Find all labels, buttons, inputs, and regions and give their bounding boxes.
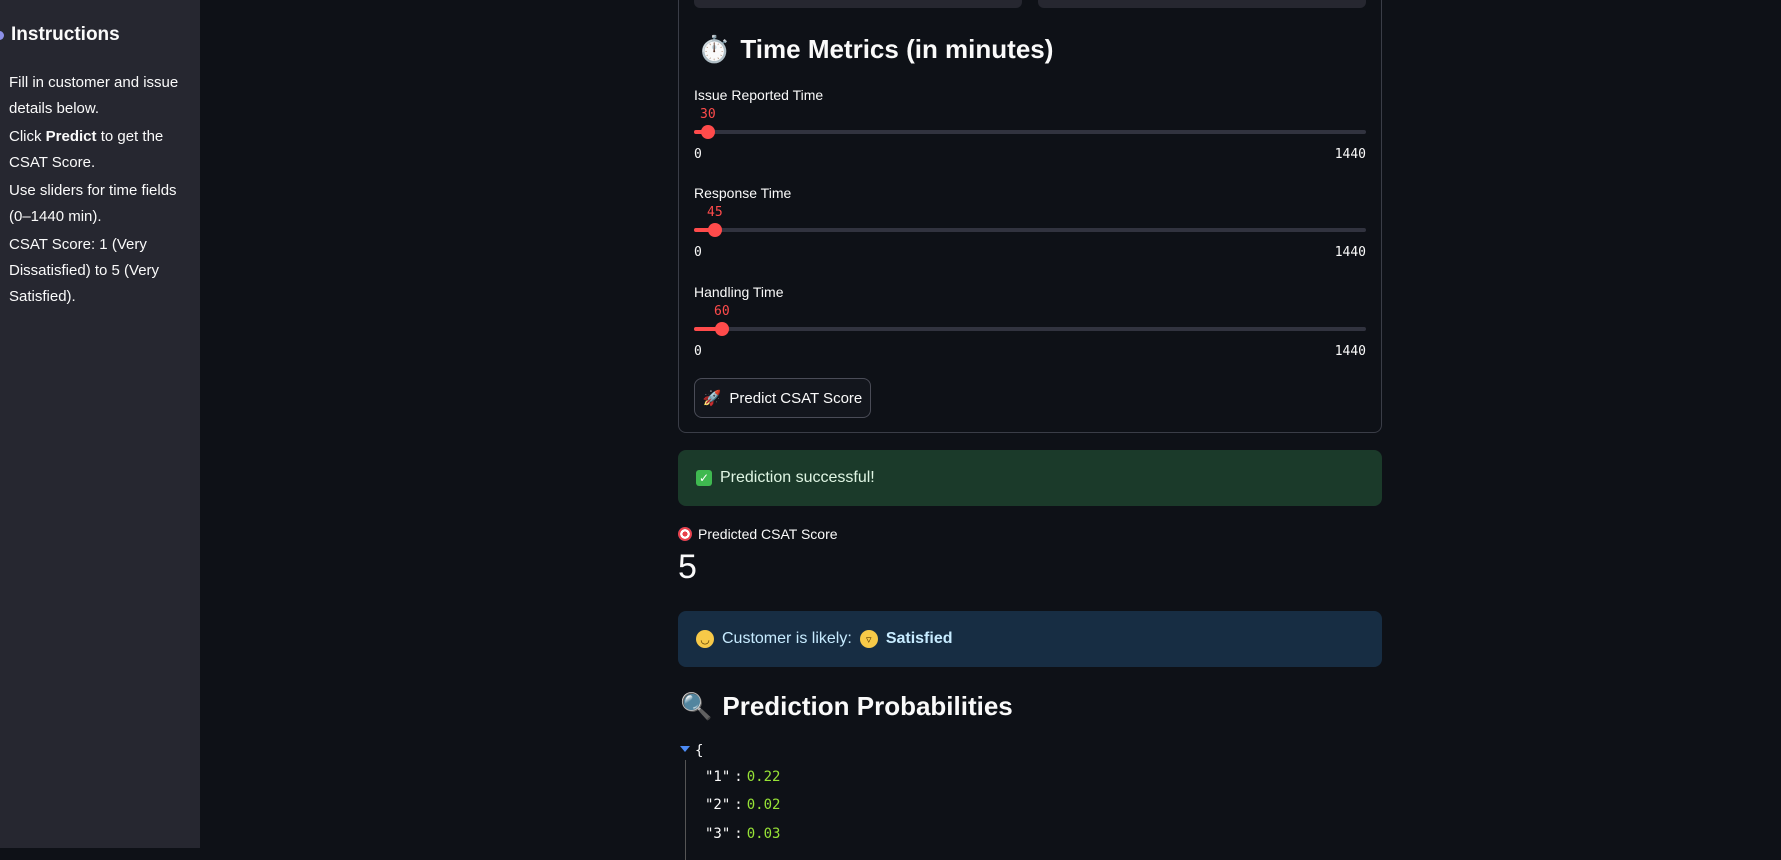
slider-max: 1440 [1334,344,1366,359]
json-entry: "1":0.22 [705,769,780,785]
slider-value: 60 [714,304,730,319]
instruction-text: Click [9,128,46,145]
magnifier-icon: 🔍 [680,691,713,721]
json-entry: "3":0.03 [705,826,780,842]
slider-max: 1440 [1334,147,1366,162]
instruction-item: Use sliders for time fields (0–1440 min)… [9,182,177,225]
instruction-item: Click Predict to get the CSAT Score. [9,124,189,176]
json-entry: "2":0.02 [705,797,780,813]
json-brace: { [695,743,704,759]
sidebar-title: Instructions [11,24,120,45]
slider-thumb[interactable] [708,223,722,237]
slider-label: Handling Time [694,284,784,300]
bullet-icon [0,31,4,40]
slider-handling-time: Handling Time 60 0 1440 [694,284,1366,359]
slider-label: Response Time [694,185,792,201]
slider-thumb[interactable] [701,125,715,139]
slider-value: 30 [700,107,716,122]
alert-value: Satisfied [885,630,953,647]
slider-track[interactable] [694,223,1366,237]
json-key: "2" [705,797,731,813]
json-colon: : [734,797,743,813]
stopwatch-icon: ⏱️ [698,34,731,64]
target-icon [678,527,692,541]
json-key: "3" [705,826,731,842]
instruction-item: CSAT Score: 1 (Very Dissatisfied) to 5 (… [9,236,160,305]
predict-csat-button[interactable]: 🚀 Predict CSAT Score [694,378,871,418]
metric-label-text: Predicted CSAT Score [698,526,838,542]
smile-icon: ◡ [696,630,714,648]
collapse-caret-icon[interactable] [680,746,690,752]
rocket-icon: 🚀 [702,390,722,407]
slider-min: 0 [694,344,702,359]
json-value: 0.03 [746,826,781,842]
slider-max: 1440 [1334,245,1366,260]
metric-value: 5 [678,548,697,586]
heading-text: Prediction Probabilities [722,691,1013,721]
alert-text: Prediction successful! [720,469,875,486]
instruction-bold: Predict [45,128,97,145]
metric-label: Predicted CSAT Score [678,526,838,542]
slider-value: 45 [707,205,723,220]
alert-prefix: Customer is likely: [722,630,852,647]
json-colon: : [734,769,743,785]
json-value: 0.02 [746,797,781,813]
grin-icon: ▿ [859,630,878,648]
json-key: "1" [705,769,731,785]
instruction-item: Fill in customer and issue details below… [9,74,179,117]
sidebar: Instructions Fill in customer and issue … [0,0,200,848]
probabilities-heading: 🔍 Prediction Probabilities [680,691,1013,722]
button-label: Predict CSAT Score [729,389,863,407]
input-field-bottom-edge[interactable] [1038,0,1366,8]
json-indent-line [685,760,686,860]
slider-track[interactable] [694,125,1366,139]
slider-track[interactable] [694,322,1366,336]
heading-text: Time Metrics (in minutes) [740,34,1054,64]
slider-min: 0 [694,147,702,162]
instructions-list: Fill in customer and issue details below… [9,70,189,312]
slider-response-time: Response Time 45 0 1440 [694,185,1366,260]
slider-issue-reported-time: Issue Reported Time 30 0 1440 [694,87,1366,162]
slider-thumb[interactable] [715,322,729,336]
info-alert: ◡ Customer is likely: ▿ Satisfied [678,611,1382,667]
time-metrics-heading: ⏱️ Time Metrics (in minutes) [698,34,1053,65]
slider-label: Issue Reported Time [694,87,824,103]
success-alert: ✓ Prediction successful! [678,450,1382,506]
input-field-bottom-edge[interactable] [694,0,1022,8]
json-value: 0.22 [746,769,781,785]
check-icon: ✓ [696,470,712,486]
slider-min: 0 [694,245,702,260]
json-colon: : [734,826,743,842]
